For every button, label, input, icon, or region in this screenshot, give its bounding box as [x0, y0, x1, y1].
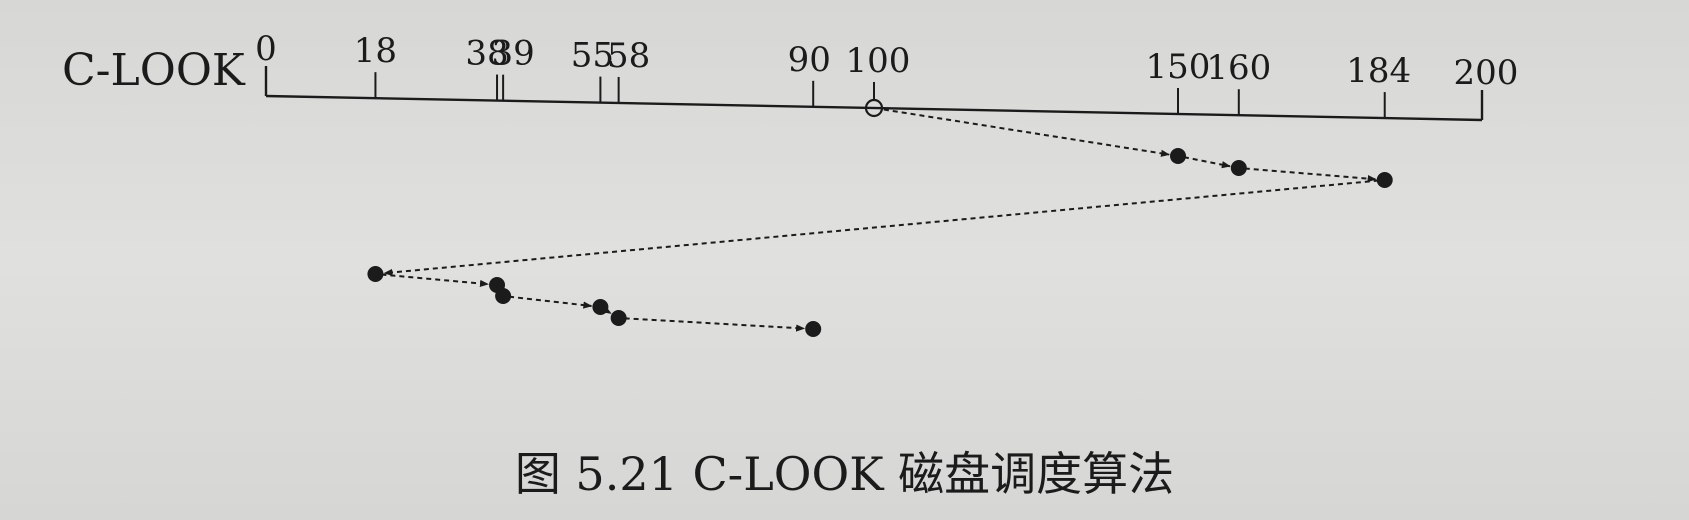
- tick-label: 100: [846, 41, 911, 81]
- request-point: [1170, 148, 1186, 164]
- head-movement-path: [367, 108, 1393, 337]
- movement-segment: [624, 317, 806, 332]
- algorithm-label: C-LOOK: [62, 45, 246, 96]
- request-point: [495, 288, 512, 304]
- movement-segment: [508, 295, 593, 309]
- movement-segment: [381, 273, 489, 288]
- request-point: [367, 266, 384, 282]
- cylinder-axis: 0 18 3839 5558 90 100 150160 184 200: [255, 29, 1519, 122]
- request-point: [1376, 172, 1393, 188]
- tick-label: 160: [1206, 48, 1271, 88]
- tick-label: 90: [788, 40, 831, 80]
- movement-segment: [1244, 167, 1377, 183]
- tick-label: 18: [354, 31, 397, 71]
- tick-label: 150: [1146, 47, 1211, 87]
- tick-label: 184: [1346, 51, 1411, 91]
- tick-label: 39: [491, 34, 534, 74]
- figure-caption: 图 5.21 C-LOOK 磁盘调度算法: [514, 447, 1175, 501]
- tick-label: 0: [255, 29, 277, 69]
- movement-segment: [1183, 156, 1231, 169]
- request-point: [1230, 160, 1247, 176]
- movement-segment: [883, 108, 1170, 157]
- tick-label: 200: [1454, 53, 1519, 93]
- tick-label: 58: [607, 36, 650, 76]
- figure-page: C-LOOK 0 18 38 39 55 58 90 100 150 160 184 200 图 5.…: [0, 0, 1689, 520]
- request-point: [805, 321, 822, 337]
- request-point: [610, 310, 627, 326]
- movement-segment: [383, 179, 1379, 276]
- request-point: [592, 299, 609, 315]
